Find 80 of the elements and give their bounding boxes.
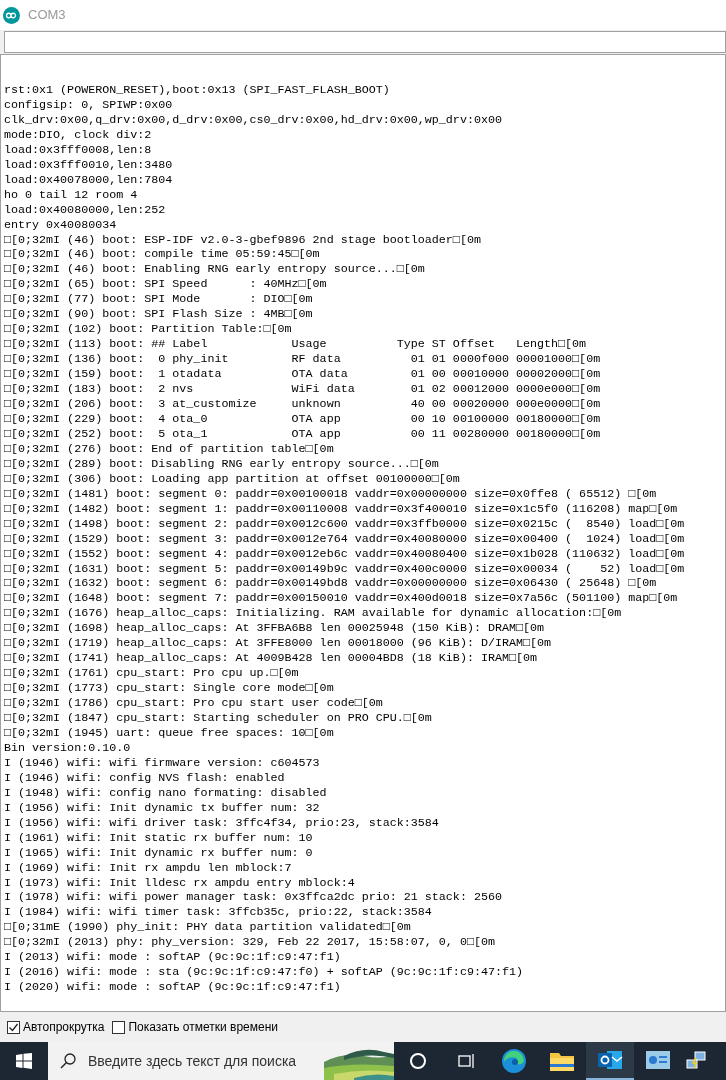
folder-icon xyxy=(549,1050,575,1072)
option-label[interactable]: Показать отметки времени xyxy=(128,1018,278,1036)
arduino-logo-icon xyxy=(3,6,20,24)
output-line: load:0x3fff0008,len:8 xyxy=(4,142,152,158)
output-line: I (1965) wifi: Init dynamic rx buffer num: 0 xyxy=(4,845,313,861)
output-line: □[0;32mI (1648) boot: segment 7: paddr=0x00150010 vaddr=0x400d0018 size=0x7a56c (501100) map□[0m xyxy=(4,591,678,607)
output-line: □[0;32mI (289) boot: Disabling RNG early entropy source...□[0m xyxy=(4,456,439,472)
output-line: □[0;32mI (46) boot: Enabling RNG early entropy source...□[0m xyxy=(4,262,425,278)
output-line: □[0;32mI (113) boot: ## Label Usage Type ST Offset Length□[0m xyxy=(4,337,587,353)
checkbox[interactable] xyxy=(7,1020,20,1034)
output-line: □[0;32mI (1741) heap_alloc_caps: At 4009B428 len 00004BD8 (18 KiB): IRAM□[0m xyxy=(4,651,538,667)
output-line: load:0x3fff0010,len:3480 xyxy=(4,157,173,173)
output-line: □[0;32mI (1786) cpu_start: Pro cpu start user code□[0m xyxy=(4,696,383,712)
window-title: COM3 xyxy=(28,6,66,25)
output-line: I (1973) wifi: Init lldesc rx ampdu entry mblock:4 xyxy=(4,875,355,891)
output-line: I (1946) wifi: wifi firmware version: c604573 xyxy=(4,755,320,771)
checkmark-icon xyxy=(8,1021,19,1033)
output-line: □[0;32mI (252) boot: 5 ota_1 OTA app 00 11 00280000 00180000□[0m xyxy=(4,426,601,442)
output-line: □[0;32mI (77) boot: SPI Mode : DIO□[0m xyxy=(4,292,313,308)
output-line: □[0;32mI (1773) cpu_start: Single core mode□[0m xyxy=(4,681,334,697)
output-line: □[0;32mI (136) boot: 0 phy_init RF data 01 01 0000f000 00001000□[0m xyxy=(4,352,601,368)
output-line: I (1948) wifi: config nano formating: disabled xyxy=(4,785,327,801)
taskbar-search-field[interactable]: Введите здесь текст для поиска xyxy=(48,1042,324,1080)
output-line: Bin version:0.10.0 xyxy=(4,740,131,756)
edge-icon xyxy=(501,1048,527,1074)
output-line: □[0;32mI (1945) uart: queue free spaces: 10□[0m xyxy=(4,726,334,741)
output-line: □[0;32mI (1481) boot: segment 0: paddr=0x00100018 vaddr=0x00000000 size=0x0ffe8 ( 65512) □[0m xyxy=(4,486,657,502)
output-line: configsip: 0, SPIWP:0x00 xyxy=(4,97,173,113)
task-view-icon xyxy=(457,1052,475,1070)
output-line: □[0;32mI (276) boot: End of partition table□[0m xyxy=(4,441,334,457)
search-icon xyxy=(60,1053,76,1069)
output-line: □[0;32mI (1482) boot: segment 1: paddr=0x00110008 vaddr=0x3f400010 size=0x1c5f0 (116208) map□[0m xyxy=(4,501,678,517)
taskbar-app-button[interactable] xyxy=(586,1042,634,1080)
output-line: □[0;32mI (1529) boot: segment 3: paddr=0x0012e764 vaddr=0x40080000 size=0x00400 ( 1024) load□[0m xyxy=(4,531,685,547)
output-line: □[0;32mI (1632) boot: segment 6: paddr=0x00149bd8 vaddr=0x00000000 size=0x06430 ( 25648) □[0m xyxy=(4,576,657,592)
output-line: load:0x40080000,len:252 xyxy=(4,202,166,218)
output-line: I (2013) wifi: mode : softAP (9c:9c:1f:c9:47:f1) xyxy=(4,950,341,966)
output-line: □[0;32mI (1631) boot: segment 5: paddr=0x00149b9c vaddr=0x400c0000 size=0x00034 ( 52) load□[0m xyxy=(4,561,685,577)
output-line: □[0;32mI (1761) cpu_start: Pro cpu up.□[0m xyxy=(4,666,299,682)
output-line: □[0;32mI (229) boot: 4 ota_0 OTA app 00 10 00100000 00180000□[0m xyxy=(4,411,601,427)
output-line: □[0;32mI (1552) boot: segment 4: paddr=0x0012eb6c vaddr=0x40080400 size=0x1b028 (110632) load□[0m xyxy=(4,546,685,562)
output-line: I (1956) wifi: wifi driver task: 3ffc4f34, prio:23, stack:3584 xyxy=(4,815,439,831)
output-line: □[0;32mI (1847) cpu_start: Starting scheduler on PRO CPU.□[0m xyxy=(4,711,432,726)
circle-icon xyxy=(409,1052,427,1070)
network-icon[interactable] xyxy=(686,1051,706,1071)
output-line: □[0;32mI (65) boot: SPI Speed : 40MHz□[0m xyxy=(4,277,327,293)
output-line: □[0;32mI (1676) heap_alloc_caps: Initializing. RAM available for dynamic allocation:□[0m xyxy=(4,606,622,622)
output-line: □[0;32mI (2013) phy: phy_version: 329, Feb 22 2017, 15:58:07, 0, 0□[0m xyxy=(4,935,495,951)
output-line: I (2016) wifi: mode : sta (9c:9c:1f:c9:47:f0) + softAP (9c:9c:1f:c9:47:f1) xyxy=(4,965,523,981)
output-line: □[0;32mI (102) boot: Partition Table:□[0m xyxy=(4,322,292,338)
output-line: □[0;32mI (46) boot: ESP-IDF v2.0-3-gbef9896 2nd stage bootloader□[0m xyxy=(4,232,481,248)
output-line: I (1969) wifi: Init rx ampdu len mblock:7 xyxy=(4,860,292,876)
output-line: □[0;32mI (183) boot: 2 nvs WiFi data 01 02 00012000 0000e000□[0m xyxy=(4,382,601,397)
output-line: I (1978) wifi: wifi power manager task: 0x3ffca2dc prio: 21 stack: 2560 xyxy=(4,890,502,906)
output-line: □[0;32mI (159) boot: 1 otadata OTA data 01 00 00010000 00002000□[0m xyxy=(4,367,601,383)
checkbox[interactable] xyxy=(112,1020,126,1034)
output-line: □[0;32mI (1698) heap_alloc_caps: At 3FFBA6B8 len 00025948 (150 KiB): DRAM□[0m xyxy=(4,621,545,637)
output-line: I (1984) wifi: wifi timer task: 3ffcb35c, prio:22, stack:3584 xyxy=(4,905,432,921)
output-line: □[0;32mI (1498) boot: segment 2: paddr=0x0012c600 vaddr=0x3ffb0000 size=0x0215c ( 8540) load□[0m xyxy=(4,516,685,532)
option-label[interactable]: Автопрокрутка xyxy=(23,1018,105,1036)
output-line: load:0x40078000,len:7804 xyxy=(4,172,173,188)
output-line: mode:DIO, clock div:2 xyxy=(4,127,152,143)
output-line: I (1961) wifi: Init static rx buffer num: 10 xyxy=(4,830,313,846)
output-line: entry 0x40080034 xyxy=(4,217,117,233)
send-input-field[interactable] xyxy=(4,31,726,53)
output-line: □[0;31mE (1990) phy_init: PHY data partition validated□[0m xyxy=(4,920,411,936)
mail-app-icon xyxy=(597,1048,623,1072)
output-line: □[0;32mI (90) boot: SPI Flash Size : 4MB□[0m xyxy=(4,307,313,323)
output-line: □[0;32mI (306) boot: Loading app partition at offset 00100000□[0m xyxy=(4,471,460,487)
output-line: I (1946) wifi: config NVS flash: enabled xyxy=(4,770,285,786)
output-line: □[0;32mI (46) boot: compile time 05:59:45□[0m xyxy=(4,247,320,263)
output-line: I (2020) wifi: mode : softAP (9c:9c:1f:c9:47:f1) xyxy=(4,980,341,996)
output-line: □[0;32mI (1719) heap_alloc_caps: At 3FFE8000 len 00018000 (96 KiB): D/IRAM□[0m xyxy=(4,636,552,652)
output-line: clk_drv:0x00,q_drv:0x00,d_drv:0x00,cs0_drv:0x00,hd_drv:0x00,wp_drv:0x00 xyxy=(4,112,502,128)
output-line: rst:0x1 (POWERON_RESET),boot:0x13 (SPI_FAST_FLASH_BOOT) xyxy=(4,83,390,98)
windows-start-icon[interactable] xyxy=(16,1053,32,1069)
output-line: I (1956) wifi: Init dynamic tx buffer num: 32 xyxy=(4,800,320,816)
output-line: □[0;32mI (206) boot: 3 at_customize unknown 40 00 00020000 000e0000□[0m xyxy=(4,397,601,412)
output-line: ho 0 tail 12 room 4 xyxy=(4,187,138,203)
window-app-icon xyxy=(645,1050,671,1072)
